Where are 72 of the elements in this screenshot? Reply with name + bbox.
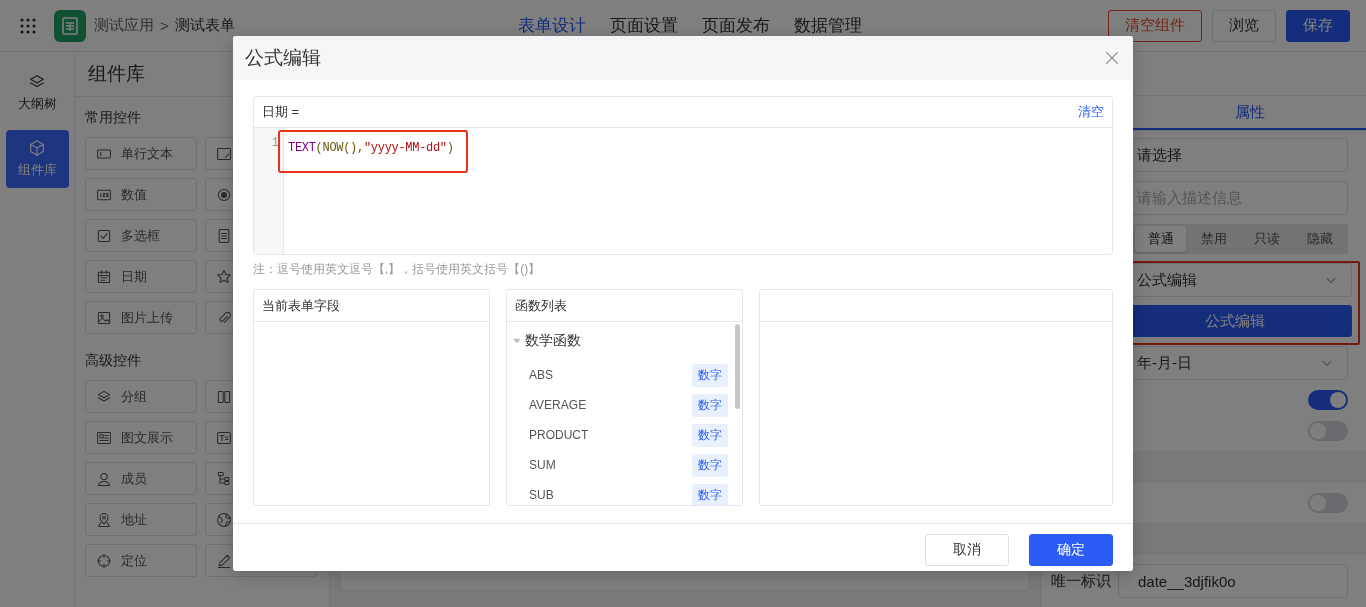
category-tag: 数字 (692, 363, 728, 387)
formula-editor[interactable]: 日期 = 清空 1 TEXT(NOW(),"yyyy-MM-dd") (253, 96, 1113, 255)
globe-icon (216, 511, 232, 528)
toggle-switch[interactable] (1308, 390, 1348, 410)
panel-title: 当前表单字段 (262, 296, 340, 315)
rail-item[interactable]: 大纲树 (5, 64, 69, 122)
breadcrumb-separator: > (160, 17, 169, 34)
checkbox-icon (96, 227, 112, 244)
columns-icon (216, 388, 232, 405)
map-pin-icon (96, 511, 112, 528)
section-heading: 常用控件 (85, 109, 141, 125)
image-icon (96, 309, 112, 326)
cancel-button[interactable]: 取消 (925, 534, 1009, 566)
segment-option[interactable]: 普通 (1135, 226, 1187, 252)
field-label: 唯一标识 (1051, 571, 1112, 591)
code-line: TEXT(NOW(),"yyyy-MM-dd") (288, 141, 454, 155)
component-tile[interactable]: 数值 (85, 178, 197, 211)
radio-icon (216, 186, 232, 203)
dialog-title: 公式编辑 (245, 46, 321, 70)
rail-item[interactable]: 组件库 (5, 130, 69, 188)
app-logo (54, 9, 86, 42)
field-label: 日期 = (262, 103, 300, 121)
component-tile[interactable]: 图文展示 (85, 421, 197, 454)
save-button[interactable]: 保存 (1286, 9, 1350, 42)
tree-icon (216, 470, 232, 487)
person-icon (96, 470, 112, 487)
crosshair-icon (96, 552, 112, 569)
input-field[interactable]: date__3djfik0o (1118, 564, 1348, 598)
pen-icon (216, 552, 232, 569)
category-tag: 数字 (692, 453, 728, 477)
scrollbar[interactable] (735, 324, 740, 409)
segment-option[interactable]: 禁用 (1188, 226, 1240, 252)
component-tile[interactable]: 分组 (85, 380, 197, 413)
component-tile[interactable]: 多选框 (85, 219, 197, 252)
function-item[interactable]: AVERAGE 数字 (507, 390, 728, 420)
segment-option[interactable]: 只读 (1241, 226, 1293, 252)
category-tag: 数字 (692, 423, 728, 447)
breadcrumb-link[interactable]: 测试应用 (94, 16, 154, 35)
textarea-icon (216, 145, 232, 162)
category-tag: 数字 (692, 393, 728, 417)
list-icon (216, 227, 232, 244)
clear-button[interactable]: 清空组件 (1108, 9, 1202, 42)
function-group[interactable]: 数学函数 (507, 322, 587, 360)
component-tile[interactable]: 成员 (85, 462, 197, 495)
hint-text: 注：逗号使用英文逗号【,】，括号使用英文括号【()】 (253, 261, 542, 278)
paperclip-icon (216, 309, 232, 326)
section-heading: 高级控件 (85, 352, 141, 368)
component-tile[interactable]: 日期 (85, 260, 197, 293)
star-icon (216, 268, 232, 285)
component-tile[interactable]: 单行文本 (85, 137, 197, 170)
category-tag: 数字 (692, 483, 728, 505)
close-button[interactable] (1103, 49, 1121, 67)
preview-button[interactable]: 浏览 (1212, 9, 1276, 42)
panel-title: 组件库 (88, 62, 145, 86)
component-tile[interactable]: 定位 (85, 544, 197, 577)
function-item[interactable]: PRODUCT 数字 (507, 420, 728, 450)
line-number: 1 (254, 128, 284, 254)
id-card-icon (96, 429, 112, 446)
segment-option[interactable]: 隐藏 (1294, 226, 1346, 252)
clear-link[interactable]: 清空 (1078, 103, 1104, 121)
text-block-icon (216, 429, 232, 446)
breadcrumb-current: 测试表单 (174, 16, 235, 35)
function-item[interactable]: SUB 数字 (507, 480, 728, 505)
component-tile[interactable]: 地址 (85, 503, 197, 536)
panel-title: 函数列表 (515, 296, 567, 315)
calendar-icon (96, 268, 112, 285)
component-tile[interactable]: 图片上传 (85, 301, 197, 334)
function-item[interactable]: SUM 数字 (507, 450, 728, 480)
confirm-button[interactable]: 确定 (1029, 534, 1113, 566)
cube-icon (28, 139, 46, 157)
function-item[interactable]: ABS 数字 (507, 360, 728, 390)
close-icon (1103, 49, 1121, 67)
